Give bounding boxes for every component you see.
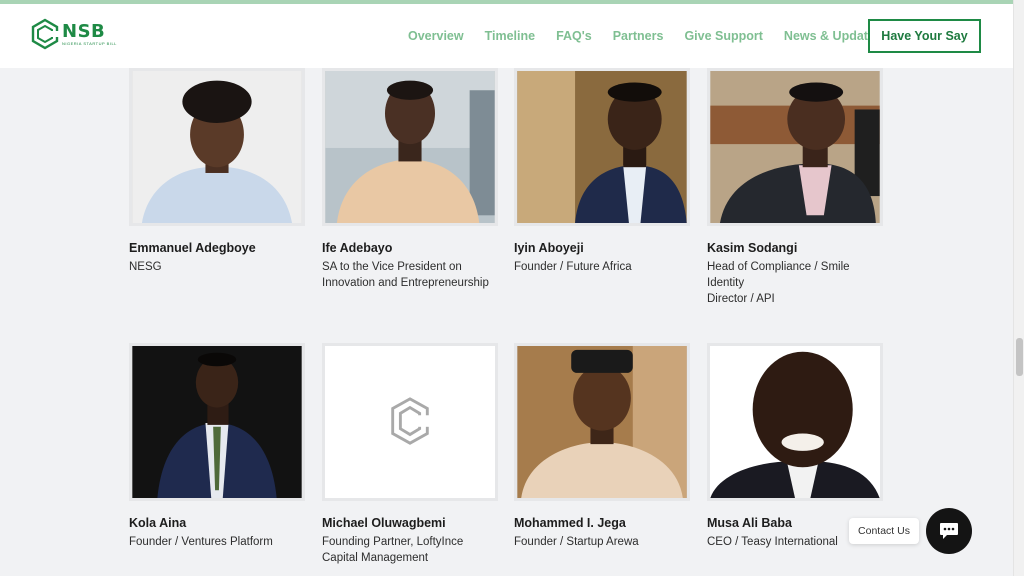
person-role: SA to the Vice President on Innovation a… <box>322 261 489 289</box>
person-card[interactable]: Emmanuel Adegboye NESG <box>129 68 305 275</box>
person-card[interactable]: Iyin Aboyeji Founder / Future Africa <box>514 68 690 275</box>
person-photo <box>707 68 883 226</box>
person-photo <box>129 343 305 501</box>
person-card[interactable]: Michael Oluwagbemi Founding Partner, Lof… <box>322 343 498 566</box>
portrait-image <box>132 71 302 223</box>
person-name: Mohammed I. Jega <box>514 516 626 530</box>
person-card[interactable]: Mohammed I. Jega Founder / Startup Arewa <box>514 343 690 550</box>
person-name: Michael Oluwagbemi <box>322 516 446 530</box>
portrait-image <box>710 71 880 223</box>
nav-overview[interactable]: Overview <box>408 29 464 43</box>
person-role: NESG <box>129 261 162 273</box>
scrollbar-thumb[interactable] <box>1016 338 1023 376</box>
logo-subtitle: Nigeria Startup Bill <box>62 40 117 46</box>
contact-us-label[interactable]: Contact Us <box>849 518 919 544</box>
page-scrollbar[interactable] <box>1013 0 1024 576</box>
person-name: Kola Aina <box>129 516 187 530</box>
person-photo <box>514 68 690 226</box>
placeholder-logo-icon <box>325 346 495 498</box>
person-name: Kasim Sodangi <box>707 241 798 255</box>
nav-give-support[interactable]: Give Support <box>684 29 762 43</box>
person-photo <box>129 68 305 226</box>
nav-timeline[interactable]: Timeline <box>485 29 535 43</box>
person-photo <box>322 68 498 226</box>
portrait-image <box>517 71 687 223</box>
person-name: Iyin Aboyeji <box>514 241 584 255</box>
logo-wordmark: NSB <box>62 20 106 42</box>
nav-faqs[interactable]: FAQ's <box>556 29 592 43</box>
person-role: Head of Compliance / Smile Identity Dire… <box>707 261 850 305</box>
chat-button[interactable] <box>926 508 972 554</box>
portrait-image <box>710 346 880 498</box>
person-role: Founder / Startup Arewa <box>514 536 639 548</box>
nsb-logo[interactable]: NSB Nigeria Startup Bill <box>30 18 117 50</box>
person-name: Ife Adebayo <box>322 241 393 255</box>
person-name: Emmanuel Adegboye <box>129 241 256 255</box>
have-your-say-button[interactable]: Have Your Say <box>868 19 981 53</box>
person-photo <box>707 343 883 501</box>
person-role: Founder / Future Africa <box>514 261 632 273</box>
portrait-image <box>325 71 495 223</box>
chat-bubble-icon <box>940 523 958 539</box>
person-role: Founding Partner, LoftyInce Capital Mana… <box>322 536 464 564</box>
person-photo <box>514 343 690 501</box>
person-card[interactable]: Ife Adebayo SA to the Vice President on … <box>322 68 498 291</box>
person-role: Founder / Ventures Platform <box>129 536 273 548</box>
person-card[interactable]: Kola Aina Founder / Ventures Platform <box>129 343 305 550</box>
nsb-logo-icon <box>31 18 60 50</box>
person-photo <box>322 343 498 501</box>
site-header: NSB Nigeria Startup Bill Overview Timeli… <box>0 4 1013 68</box>
portrait-image <box>517 346 687 498</box>
portrait-image <box>132 346 302 498</box>
nav-partners[interactable]: Partners <box>613 29 664 43</box>
main-nav: Overview Timeline FAQ's Partners Give Su… <box>408 29 903 43</box>
person-card[interactable]: Kasim Sodangi Head of Compliance / Smile… <box>707 68 883 307</box>
